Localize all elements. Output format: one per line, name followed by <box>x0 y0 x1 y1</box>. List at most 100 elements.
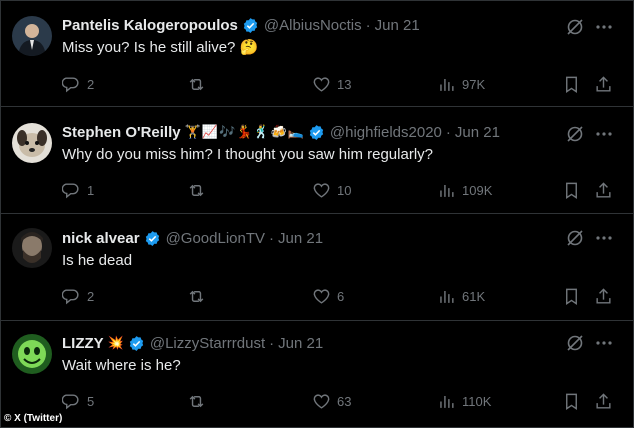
more-icon[interactable] <box>594 333 614 353</box>
tweet-header: Stephen O'Reilly 🏋 📈 🎶 💃 🕺 🍻 🛌 @highfiel… <box>62 122 500 142</box>
more-icon[interactable] <box>594 17 614 37</box>
views-button[interactable]: 61K <box>437 286 485 306</box>
like-count: 63 <box>337 393 352 409</box>
avatar[interactable] <box>12 228 52 268</box>
tweet-header: nick alvear @GoodLionTV · Jun 21 <box>62 228 323 248</box>
bookmark-button[interactable] <box>562 286 581 306</box>
tweet-date[interactable]: Jun 21 <box>278 230 323 247</box>
repost-icon <box>189 78 204 90</box>
avatar[interactable] <box>12 16 52 56</box>
tweet-text: Wait where is he? <box>62 357 181 374</box>
repost-button[interactable] <box>187 180 212 200</box>
share-button[interactable] <box>594 391 613 411</box>
bookmark-button[interactable] <box>562 180 581 200</box>
tweet-text: Why do you miss him? I thought you saw h… <box>62 146 433 163</box>
emoji: 💃 <box>236 124 253 139</box>
grok-icon[interactable] <box>565 17 585 37</box>
avatar[interactable] <box>12 123 52 163</box>
share-icon <box>596 287 611 304</box>
views-button[interactable]: 97K <box>437 74 485 94</box>
tweet-header: LIZZY 💥 @LizzyStarrrdust · Jun 21 <box>62 333 323 353</box>
separator-dot: · <box>445 123 451 141</box>
grok-icon[interactable] <box>565 124 585 144</box>
share-button[interactable] <box>594 74 613 94</box>
reply-count: 2 <box>87 288 95 304</box>
heart-icon <box>313 393 330 409</box>
tweet-text: Is he dead <box>62 252 133 269</box>
author-name[interactable]: Pantelis Kalogeropoulos <box>62 17 238 34</box>
repost-button[interactable] <box>187 74 212 94</box>
author-handle[interactable]: @LizzyStarrrdust <box>150 335 265 352</box>
repost-icon <box>189 290 204 302</box>
name-emojis: 🏋 📈 🎶 💃 🕺 🍻 🛌 <box>185 124 304 140</box>
share-icon <box>596 392 611 409</box>
emoji: 🛌 <box>287 124 304 139</box>
like-button[interactable]: 10 <box>312 180 351 200</box>
avatar[interactable] <box>12 334 52 374</box>
repost-button[interactable] <box>187 286 212 306</box>
reply-count: 2 <box>87 76 95 92</box>
heart-icon <box>313 288 330 304</box>
author-handle[interactable]: @GoodLionTV <box>166 230 265 247</box>
more-icon[interactable] <box>594 228 614 248</box>
reply-button[interactable]: 1 <box>62 180 94 200</box>
emoji: 🕺 <box>253 124 270 139</box>
like-button[interactable]: 13 <box>312 74 351 94</box>
reply-button[interactable]: 5 <box>62 391 94 411</box>
tweet-date[interactable]: Jun 21 <box>375 17 420 34</box>
author-handle[interactable]: @highfields2020 <box>330 124 442 141</box>
bookmark-button[interactable] <box>562 74 581 94</box>
reply-icon <box>62 393 79 409</box>
emoji: 🏋 <box>184 124 201 139</box>
reply-count: 1 <box>87 182 95 198</box>
reply-button[interactable]: 2 <box>62 74 94 94</box>
separator-dot: · <box>365 16 371 34</box>
views-button[interactable]: 110K <box>437 391 491 411</box>
author-name[interactable]: Stephen O'Reilly <box>62 124 181 141</box>
bookmark-button[interactable] <box>562 391 581 411</box>
share-button[interactable] <box>594 180 613 200</box>
more-icon[interactable] <box>594 124 614 144</box>
tweet-actions: 1 10 109K <box>62 180 622 200</box>
views-icon <box>440 290 454 303</box>
repost-icon <box>189 184 204 196</box>
reply-icon <box>62 76 79 92</box>
image-credit: © X (Twitter) <box>4 413 63 424</box>
tweet-date[interactable]: Jun 21 <box>455 124 500 141</box>
bookmark-icon <box>566 393 577 410</box>
emoji: 🎶 <box>218 124 236 139</box>
tweet-actions: 2 6 61K <box>62 286 622 306</box>
name-emojis: 💥 <box>108 335 124 351</box>
author-name[interactable]: LIZZY <box>62 335 104 352</box>
view-count: 61K <box>462 288 486 304</box>
tweet-actions: 2 13 97K <box>62 74 622 94</box>
separator-dot: · <box>269 229 275 247</box>
verified-badge-icon <box>243 17 258 33</box>
like-button[interactable]: 6 <box>312 286 344 306</box>
views-icon <box>440 395 454 408</box>
view-count: 109K <box>462 182 493 198</box>
verified-badge-icon <box>309 124 324 140</box>
like-button[interactable]: 63 <box>312 391 351 411</box>
repost-button[interactable] <box>187 391 212 411</box>
share-button[interactable] <box>594 286 613 306</box>
author-name[interactable]: nick alvear <box>62 230 140 247</box>
heart-icon <box>313 76 330 92</box>
grok-icon[interactable] <box>565 333 585 353</box>
grok-icon[interactable] <box>565 228 585 248</box>
tweet-text: Miss you? Is he still alive? 🤔 <box>62 39 259 56</box>
emoji: 💥 <box>107 335 124 350</box>
reply-icon <box>62 288 79 304</box>
author-handle[interactable]: @AlbiusNoctis <box>264 17 362 34</box>
tweet-3[interactable]: nick alvear @GoodLionTV · Jun 21 Is he d… <box>0 214 634 320</box>
tweet-2[interactable]: Stephen O'Reilly 🏋 📈 🎶 💃 🕺 🍻 🛌 @highfiel… <box>0 107 634 213</box>
tweet-4[interactable]: LIZZY 💥 @LizzyStarrrdust · Jun 21 Wait w… <box>0 321 634 427</box>
reply-button[interactable]: 2 <box>62 286 94 306</box>
like-count: 6 <box>337 288 345 304</box>
emoji: 📈 <box>201 124 218 139</box>
views-button[interactable]: 109K <box>437 180 492 200</box>
tweet-date[interactable]: Jun 21 <box>278 335 323 352</box>
view-count: 110K <box>462 393 492 409</box>
tweet-1[interactable]: Pantelis Kalogeropoulos @AlbiusNoctis · … <box>0 0 634 106</box>
bookmark-icon <box>566 288 577 305</box>
